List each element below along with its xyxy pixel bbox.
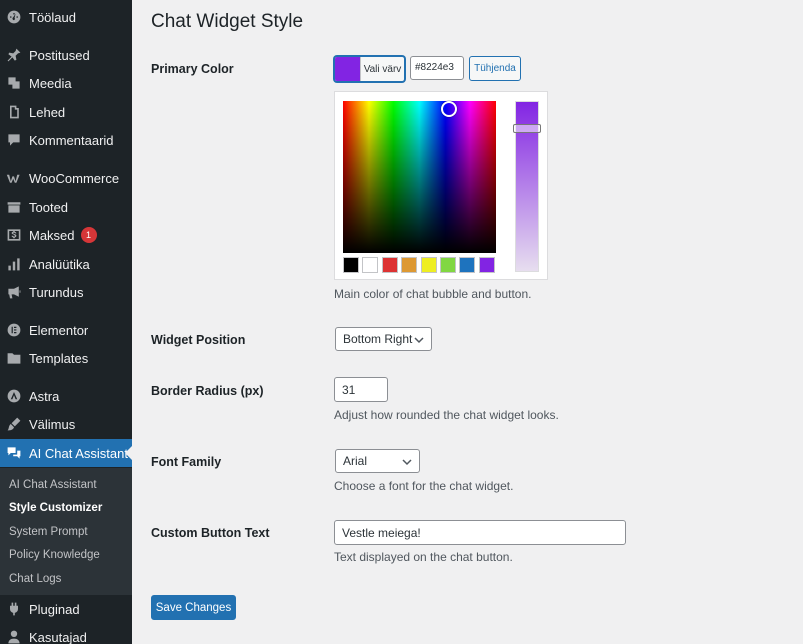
border-radius-label: Border Radius (px)	[151, 384, 264, 398]
sidebar-item-label: Kasutajad	[29, 629, 87, 644]
palette-swatch[interactable]	[401, 257, 418, 273]
submenu-item-chat-logs[interactable]: Chat Logs	[9, 570, 61, 588]
custom-button-text-input[interactable]: Vestle meiega!	[334, 520, 626, 545]
sidebar-item-media[interactable]: Meedia	[0, 69, 132, 97]
elementor-icon	[6, 322, 22, 338]
folder-icon	[6, 350, 22, 366]
font-family-select[interactable]: Arial	[335, 449, 420, 473]
comments-icon	[6, 132, 22, 148]
current-color-swatch	[335, 57, 360, 81]
sidebar-item-label: Templates	[29, 350, 89, 366]
border-radius-description: Adjust how rounded the chat widget looks…	[334, 408, 559, 422]
pages-icon	[6, 104, 22, 120]
border-radius-input[interactable]: 31	[334, 377, 388, 402]
page-title: Chat Widget Style	[151, 11, 304, 32]
sidebar-item-comments[interactable]: Kommentaarid	[0, 126, 132, 154]
analytics-icon	[6, 256, 22, 272]
sidebar-item-pages[interactable]: Lehed	[0, 98, 132, 126]
chat-icon	[6, 445, 22, 461]
palette-swatch[interactable]	[362, 257, 379, 273]
sidebar-item-dashboard[interactable]: Töölaud	[0, 3, 132, 31]
font-family-description: Choose a font for the chat widget.	[334, 479, 514, 493]
custom-button-text-description: Text displayed on the chat button.	[334, 550, 513, 564]
sidebar-item-plugins[interactable]: Pluginad	[0, 595, 132, 623]
font-family-label: Font Family	[151, 455, 222, 469]
submenu-item-style-customizer[interactable]: Style Customizer	[9, 499, 102, 517]
font-family-value: Arial	[343, 454, 368, 468]
sidebar-item-label: Töölaud	[29, 9, 76, 25]
widget-position-value: Bottom Right	[343, 332, 413, 346]
hue-slider[interactable]	[513, 101, 541, 272]
sidebar-item-payments[interactable]: Maksed 1	[0, 221, 132, 249]
hue-slider-handle[interactable]	[513, 124, 541, 133]
palette-swatch[interactable]	[381, 257, 398, 273]
notification-badge: 1	[80, 227, 97, 243]
select-color-button[interactable]: Vali värv	[334, 56, 405, 82]
sidebar-item-label: Kommentaarid	[29, 132, 114, 148]
submenu: AI Chat Assistant Style Customizer Syste…	[0, 468, 132, 595]
sidebar-item-appearance[interactable]: Välimus	[0, 410, 132, 438]
submenu-item-ai-chat-assistant[interactable]: AI Chat Assistant	[9, 476, 97, 494]
products-icon	[6, 199, 22, 215]
megaphone-icon	[6, 284, 22, 300]
widget-position-label: Widget Position	[151, 333, 246, 347]
sidebar-item-label: Välimus	[29, 416, 76, 432]
sidebar-item-label: Analüütika	[29, 256, 90, 272]
palette-swatch[interactable]	[478, 257, 495, 273]
admin-sidebar: Töölaud Postitused Meedia Lehed Kommenta…	[0, 0, 132, 644]
chevron-down-icon	[413, 334, 425, 346]
palette-swatch[interactable]	[459, 257, 476, 273]
saturation-handle[interactable]	[441, 101, 457, 117]
astra-icon	[6, 388, 22, 404]
main-content: Chat Widget Style Primary Color Vali vär…	[132, 0, 803, 644]
clear-color-button[interactable]: Tühjenda	[469, 56, 521, 81]
hex-color-input[interactable]: #8224e3	[410, 56, 464, 80]
sidebar-item-users[interactable]: Kasutajad	[0, 623, 132, 644]
sidebar-item-label: Maksed	[29, 227, 75, 243]
chevron-down-icon	[401, 456, 413, 468]
sidebar-item-products[interactable]: Tooted	[0, 193, 132, 221]
sidebar-item-label: Meedia	[29, 75, 72, 91]
sidebar-item-label: Tooted	[29, 199, 69, 215]
primary-color-label: Primary Color	[151, 62, 234, 76]
sidebar-item-label: Elementor	[29, 322, 89, 338]
sidebar-item-label: Astra	[29, 388, 60, 404]
submenu-item-policy-knowledge[interactable]: Policy Knowledge	[9, 546, 100, 564]
sidebar-item-marketing[interactable]: Turundus	[0, 278, 132, 306]
save-changes-button[interactable]: Save Changes	[151, 595, 236, 620]
sidebar-item-label: WooCommerce	[29, 170, 120, 186]
palette-swatch[interactable]	[343, 257, 359, 273]
sidebar-item-astra[interactable]: Astra	[0, 382, 132, 410]
woocommerce-icon	[6, 170, 22, 186]
sidebar-item-label: Lehed	[29, 104, 66, 120]
sidebar-item-analytics[interactable]: Analüütika	[0, 250, 132, 278]
media-icon	[6, 75, 22, 91]
saturation-area[interactable]	[343, 101, 496, 253]
submenu-item-system-prompt[interactable]: System Prompt	[9, 523, 88, 541]
brush-icon	[6, 416, 22, 432]
sidebar-item-posts[interactable]: Postitused	[0, 41, 132, 69]
custom-button-text-label: Custom Button Text	[151, 526, 270, 540]
palette-swatch[interactable]	[440, 257, 456, 273]
plugin-icon	[6, 601, 22, 617]
users-icon	[6, 629, 22, 644]
sidebar-item-label: Pluginad	[29, 601, 80, 617]
sidebar-item-woocommerce[interactable]: WooCommerce	[0, 164, 132, 192]
payments-icon	[6, 227, 22, 243]
sidebar-item-elementor[interactable]: Elementor	[0, 316, 132, 344]
primary-color-description: Main color of chat bubble and button.	[334, 287, 532, 301]
sidebar-item-label: Turundus	[29, 284, 84, 300]
dashboard-icon	[6, 9, 22, 25]
sidebar-item-label: Postitused	[29, 47, 90, 63]
sidebar-item-label: AI Chat Assistant	[29, 445, 128, 461]
color-picker	[334, 91, 548, 280]
palette-swatch[interactable]	[420, 257, 437, 273]
sidebar-item-templates[interactable]: Templates	[0, 344, 132, 372]
widget-position-select[interactable]: Bottom Right	[335, 327, 432, 351]
select-color-label: Vali värv	[360, 57, 404, 81]
sidebar-item-ai-chat-assistant[interactable]: AI Chat Assistant	[0, 439, 132, 467]
pin-icon	[6, 47, 22, 63]
